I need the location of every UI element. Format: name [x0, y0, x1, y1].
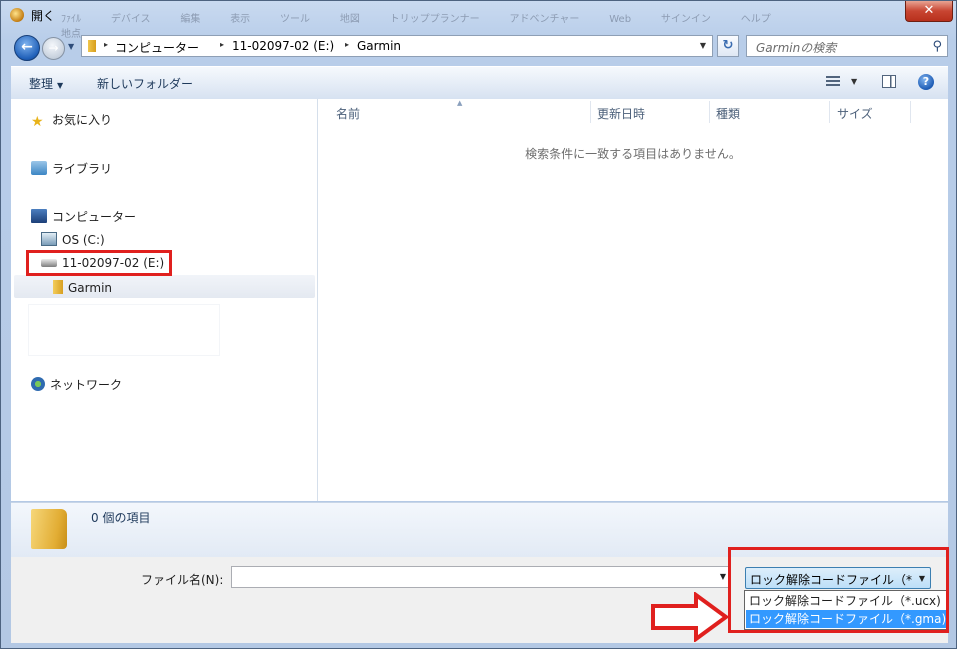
- item-count: 0 個の項目: [91, 511, 151, 525]
- window-title: 開く: [31, 9, 56, 23]
- column-divider[interactable]: [590, 101, 591, 123]
- ghost-menu-item: デバイス: [110, 14, 151, 25]
- recent-pages-dropdown[interactable]: ▼: [68, 42, 74, 51]
- sidebar-item-computer[interactable]: コンピューター: [31, 208, 136, 225]
- sidebar-item-label: ネットワーク: [50, 378, 123, 392]
- ghost-menu-item: 地点: [61, 29, 81, 40]
- ghost-menu-item: ﾌｧｲﾙ: [61, 14, 81, 25]
- ghost-menu-item: トリッププランナー: [389, 14, 480, 25]
- filename-input[interactable]: ▼: [231, 566, 731, 588]
- column-divider[interactable]: [910, 101, 911, 123]
- column-header-size[interactable]: サイズ: [837, 105, 873, 122]
- navigation-pane: ★ お気に入り ライブラリ コンピューター OS (C:) 11-02097-02…: [11, 99, 318, 501]
- chevron-down-icon[interactable]: ▼: [851, 77, 857, 86]
- ghost-menu-item: Web: [609, 14, 632, 25]
- breadcrumb-separator-icon[interactable]: ▸: [104, 40, 108, 49]
- ghost-menu-item: 編集: [180, 14, 201, 25]
- breadcrumb-separator-icon[interactable]: ▸: [345, 40, 349, 49]
- annotation-highlight-filetype: [728, 547, 949, 633]
- ghost-menu-item: サインイン: [660, 14, 711, 25]
- column-divider[interactable]: [829, 101, 830, 123]
- ghost-menu-item: 地図: [339, 14, 360, 25]
- sidebar-item-favorites[interactable]: ★ お気に入り: [31, 111, 112, 129]
- computer-icon: [31, 209, 47, 223]
- column-divider[interactable]: [709, 101, 710, 123]
- organize-button[interactable]: 整理 ▼: [29, 75, 63, 92]
- breadcrumb-garmin[interactable]: Garmin: [357, 39, 401, 53]
- refresh-button[interactable]: ↻: [717, 35, 739, 57]
- address-dropdown-icon[interactable]: ▼: [700, 41, 706, 50]
- sidebar-item-label: OS (C:): [62, 233, 105, 247]
- search-input[interactable]: Garminの検索 ⚲: [746, 35, 948, 57]
- folder-icon: [31, 509, 67, 549]
- close-button[interactable]: ✕: [905, 1, 953, 22]
- view-options-icon[interactable]: [826, 76, 840, 88]
- background-app-menu: ﾌｧｲﾙ デバイス 編集 表示 ツール 地図 トリッププランナー アドベンチャー…: [61, 10, 841, 40]
- column-header-name[interactable]: 名前: [336, 105, 360, 122]
- breadcrumb-separator-icon[interactable]: ▸: [220, 40, 224, 49]
- filename-label: ファイル名(N):: [141, 573, 224, 587]
- organize-label: 整理: [29, 77, 54, 91]
- sidebar-item-label: お気に入り: [52, 113, 113, 127]
- annotation-arrow-icon: [651, 592, 730, 642]
- empty-folder-message: 検索条件に一致する項目はありません。: [525, 147, 741, 161]
- chevron-down-icon: ▼: [57, 81, 64, 90]
- blank-area: [29, 305, 219, 355]
- sidebar-item-network[interactable]: ネットワーク: [31, 376, 122, 393]
- address-bar[interactable]: ▸ コンピューター ▸ 11-02097-02 (E:) ▸ Garmin ▼: [81, 35, 713, 57]
- ghost-menu-item: ヘルプ: [740, 14, 771, 25]
- file-list[interactable]: ▲ 名前 更新日時 種類 サイズ 検索条件に一致する項目はありません。: [318, 99, 948, 501]
- command-bar: 整理 ▼ 新しいフォルダー ▼ ?: [11, 66, 948, 100]
- sidebar-item-label: Garmin: [68, 281, 113, 295]
- column-header-type[interactable]: 種類: [716, 105, 740, 122]
- search-placeholder: Garminの検索: [756, 41, 837, 55]
- back-button[interactable]: ←: [14, 35, 40, 61]
- star-icon: ★: [31, 114, 44, 130]
- new-folder-button[interactable]: 新しいフォルダー: [97, 75, 193, 92]
- sidebar-item-garmin[interactable]: Garmin: [53, 280, 112, 295]
- sidebar-item-libraries[interactable]: ライブラリ: [31, 160, 112, 177]
- sort-ascending-icon: ▲: [457, 99, 463, 107]
- network-icon: [31, 377, 45, 391]
- forward-button[interactable]: →: [42, 37, 65, 60]
- breadcrumb-computer[interactable]: コンピューター: [115, 39, 199, 56]
- search-icon[interactable]: ⚲: [932, 39, 942, 54]
- annotation-highlight-drive: [26, 250, 172, 276]
- folder-icon: [88, 40, 96, 52]
- app-icon: [10, 8, 24, 22]
- title-bar[interactable]: 開く ﾌｧｲﾙ デバイス 編集 表示 ツール 地図 トリッププランナー アドベン…: [1, 1, 957, 40]
- windows-drive-icon: [41, 232, 57, 246]
- sidebar-item-drive-c[interactable]: OS (C:): [41, 232, 105, 247]
- folder-icon: [53, 280, 63, 294]
- column-header-modified[interactable]: 更新日時: [597, 105, 645, 122]
- breadcrumb-drive-e[interactable]: 11-02097-02 (E:): [232, 39, 334, 53]
- ghost-menu-item: 表示: [230, 14, 251, 25]
- sidebar-item-label: ライブラリ: [52, 162, 113, 176]
- library-icon: [31, 161, 47, 175]
- sidebar-item-label: コンピューター: [52, 210, 137, 224]
- preview-pane-icon[interactable]: [882, 75, 896, 88]
- ghost-menu-item: ツール: [280, 14, 311, 25]
- chevron-down-icon[interactable]: ▼: [720, 572, 726, 581]
- help-icon[interactable]: ?: [918, 74, 934, 90]
- ghost-menu-item: アドベンチャー: [509, 14, 580, 25]
